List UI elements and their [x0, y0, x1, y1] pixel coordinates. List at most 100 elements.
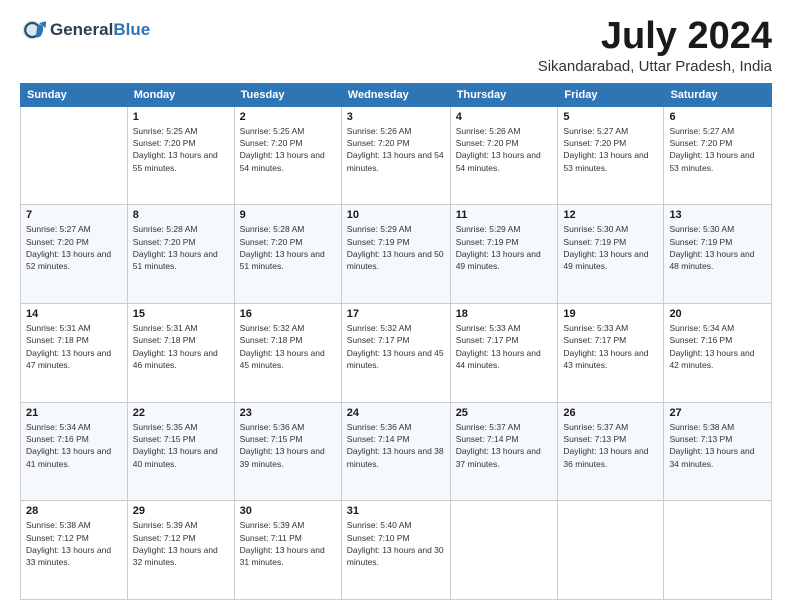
day-number: 1: [133, 111, 229, 123]
day-info: Sunrise: 5:29 AMSunset: 7:19 PMDaylight:…: [456, 223, 553, 272]
calendar-cell: [450, 501, 558, 600]
day-info: Sunrise: 5:26 AMSunset: 7:20 PMDaylight:…: [347, 125, 445, 174]
day-info: Sunrise: 5:27 AMSunset: 7:20 PMDaylight:…: [26, 223, 122, 272]
calendar-cell: 21 Sunrise: 5:34 AMSunset: 7:16 PMDayligh…: [21, 402, 128, 501]
calendar-cell: 5 Sunrise: 5:27 AMSunset: 7:20 PMDaylight…: [558, 106, 664, 205]
day-number: 8: [133, 209, 229, 221]
calendar-cell: 29Sunrise: 5:39 AMSunset: 7:12 PMDayligh…: [127, 501, 234, 600]
logo-icon: [20, 16, 48, 44]
calendar-cell: 6Sunrise: 5:27 AMSunset: 7:20 PMDaylight…: [664, 106, 772, 205]
day-number: 22: [133, 407, 229, 419]
day-number: 24: [347, 407, 445, 419]
day-info: Sunrise: 5:38 AMSunset: 7:12 PMDaylight:…: [26, 519, 122, 568]
day-info: Sunrise: 5:25 AMSunset: 7:20 PMDaylight:…: [240, 125, 336, 174]
calendar-cell: 8 Sunrise: 5:28 AMSunset: 7:20 PMDaylight…: [127, 205, 234, 304]
calendar-cell: 14 Sunrise: 5:31 AMSunset: 7:18 PMDayligh…: [21, 304, 128, 403]
day-info: Sunrise: 5:36 AMSunset: 7:14 PMDaylight:…: [347, 421, 445, 470]
day-number: 7: [26, 209, 122, 221]
day-info: Sunrise: 5:31 AMSunset: 7:18 PMDaylight:…: [133, 322, 229, 371]
calendar-cell: [558, 501, 664, 600]
calendar-cell: 19 Sunrise: 5:33 AMSunset: 7:17 PMDayligh…: [558, 304, 664, 403]
day-info: Sunrise: 5:25 AMSunset: 7:20 PMDaylight:…: [133, 125, 229, 174]
header-thursday: Thursday: [450, 83, 558, 106]
calendar-cell: 20Sunrise: 5:34 AMSunset: 7:16 PMDayligh…: [664, 304, 772, 403]
day-info: Sunrise: 5:29 AMSunset: 7:19 PMDaylight:…: [347, 223, 445, 272]
day-info: Sunrise: 5:28 AMSunset: 7:20 PMDaylight:…: [240, 223, 336, 272]
day-number: 12: [563, 209, 658, 221]
calendar-cell: 22 Sunrise: 5:35 AMSunset: 7:15 PMDayligh…: [127, 402, 234, 501]
calendar-week-3: 14 Sunrise: 5:31 AMSunset: 7:18 PMDayligh…: [21, 304, 772, 403]
calendar-cell: 30 Sunrise: 5:39 AMSunset: 7:11 PMDayligh…: [234, 501, 341, 600]
logo-area: GeneralBlue: [20, 16, 150, 44]
day-number: 28: [26, 505, 122, 517]
calendar-cell: 26 Sunrise: 5:37 AMSunset: 7:13 PMDayligh…: [558, 402, 664, 501]
header-monday: Monday: [127, 83, 234, 106]
calendar-cell: 1 Sunrise: 5:25 AMSunset: 7:20 PMDaylight…: [127, 106, 234, 205]
day-info: Sunrise: 5:34 AMSunset: 7:16 PMDaylight:…: [669, 322, 766, 371]
day-number: 27: [669, 407, 766, 419]
day-info: Sunrise: 5:40 AMSunset: 7:10 PMDaylight:…: [347, 519, 445, 568]
day-info: Sunrise: 5:37 AMSunset: 7:13 PMDaylight:…: [563, 421, 658, 470]
location-title: Sikandarabad, Uttar Pradesh, India: [538, 58, 772, 75]
header-tuesday: Tuesday: [234, 83, 341, 106]
calendar-cell: 11 Sunrise: 5:29 AMSunset: 7:19 PMDayligh…: [450, 205, 558, 304]
calendar-cell: 28 Sunrise: 5:38 AMSunset: 7:12 PMDayligh…: [21, 501, 128, 600]
day-number: 15: [133, 308, 229, 320]
calendar-cell: 18 Sunrise: 5:33 AMSunset: 7:17 PMDayligh…: [450, 304, 558, 403]
title-area: July 2024 Sikandarabad, Uttar Pradesh, I…: [538, 16, 772, 75]
day-number: 25: [456, 407, 553, 419]
calendar-week-4: 21 Sunrise: 5:34 AMSunset: 7:16 PMDayligh…: [21, 402, 772, 501]
calendar-cell: 7 Sunrise: 5:27 AMSunset: 7:20 PMDaylight…: [21, 205, 128, 304]
day-info: Sunrise: 5:34 AMSunset: 7:16 PMDaylight:…: [26, 421, 122, 470]
day-info: Sunrise: 5:33 AMSunset: 7:17 PMDaylight:…: [456, 322, 553, 371]
day-number: 23: [240, 407, 336, 419]
calendar-header-row: Sunday Monday Tuesday Wednesday Thursday…: [21, 83, 772, 106]
day-number: 11: [456, 209, 553, 221]
calendar-cell: 16Sunrise: 5:32 AMSunset: 7:18 PMDayligh…: [234, 304, 341, 403]
calendar-cell: [664, 501, 772, 600]
header-wednesday: Wednesday: [341, 83, 450, 106]
calendar-cell: 12Sunrise: 5:30 AMSunset: 7:19 PMDayligh…: [558, 205, 664, 304]
calendar-cell: 2 Sunrise: 5:25 AMSunset: 7:20 PMDaylight…: [234, 106, 341, 205]
calendar-cell: 24 Sunrise: 5:36 AMSunset: 7:14 PMDayligh…: [341, 402, 450, 501]
day-info: Sunrise: 5:31 AMSunset: 7:18 PMDaylight:…: [26, 322, 122, 371]
day-number: 14: [26, 308, 122, 320]
day-number: 21: [26, 407, 122, 419]
day-info: Sunrise: 5:37 AMSunset: 7:14 PMDaylight:…: [456, 421, 553, 470]
calendar-cell: 9 Sunrise: 5:28 AMSunset: 7:20 PMDaylight…: [234, 205, 341, 304]
day-number: 19: [563, 308, 658, 320]
day-number: 30: [240, 505, 336, 517]
calendar-week-2: 7 Sunrise: 5:27 AMSunset: 7:20 PMDaylight…: [21, 205, 772, 304]
day-number: 10: [347, 209, 445, 221]
day-number: 18: [456, 308, 553, 320]
day-info: Sunrise: 5:30 AMSunset: 7:19 PMDaylight:…: [669, 223, 766, 272]
calendar-week-1: 1 Sunrise: 5:25 AMSunset: 7:20 PMDaylight…: [21, 106, 772, 205]
day-info: Sunrise: 5:26 AMSunset: 7:20 PMDaylight:…: [456, 125, 553, 174]
header-saturday: Saturday: [664, 83, 772, 106]
day-number: 3: [347, 111, 445, 123]
day-number: 9: [240, 209, 336, 221]
day-info: Sunrise: 5:36 AMSunset: 7:15 PMDaylight:…: [240, 421, 336, 470]
day-number: 31: [347, 505, 445, 517]
day-number: 26: [563, 407, 658, 419]
logo: GeneralBlue: [20, 16, 150, 44]
day-info: Sunrise: 5:32 AMSunset: 7:17 PMDaylight:…: [347, 322, 445, 371]
logo-general: General: [50, 20, 113, 40]
day-info: Sunrise: 5:27 AMSunset: 7:20 PMDaylight:…: [669, 125, 766, 174]
day-number: 4: [456, 111, 553, 123]
calendar-cell: 10 Sunrise: 5:29 AMSunset: 7:19 PMDayligh…: [341, 205, 450, 304]
logo-blue: Blue: [113, 20, 150, 40]
day-info: Sunrise: 5:27 AMSunset: 7:20 PMDaylight:…: [563, 125, 658, 174]
day-info: Sunrise: 5:39 AMSunset: 7:11 PMDaylight:…: [240, 519, 336, 568]
calendar-cell: 13 Sunrise: 5:30 AMSunset: 7:19 PMDayligh…: [664, 205, 772, 304]
day-number: 5: [563, 111, 658, 123]
day-info: Sunrise: 5:28 AMSunset: 7:20 PMDaylight:…: [133, 223, 229, 272]
day-info: Sunrise: 5:33 AMSunset: 7:17 PMDaylight:…: [563, 322, 658, 371]
day-info: Sunrise: 5:35 AMSunset: 7:15 PMDaylight:…: [133, 421, 229, 470]
day-number: 13: [669, 209, 766, 221]
calendar-cell: 4 Sunrise: 5:26 AMSunset: 7:20 PMDaylight…: [450, 106, 558, 205]
calendar-cell: 25 Sunrise: 5:37 AMSunset: 7:14 PMDayligh…: [450, 402, 558, 501]
day-number: 2: [240, 111, 336, 123]
calendar-cell: 15 Sunrise: 5:31 AMSunset: 7:18 PMDayligh…: [127, 304, 234, 403]
calendar-cell: 31 Sunrise: 5:40 AMSunset: 7:10 PMDayligh…: [341, 501, 450, 600]
